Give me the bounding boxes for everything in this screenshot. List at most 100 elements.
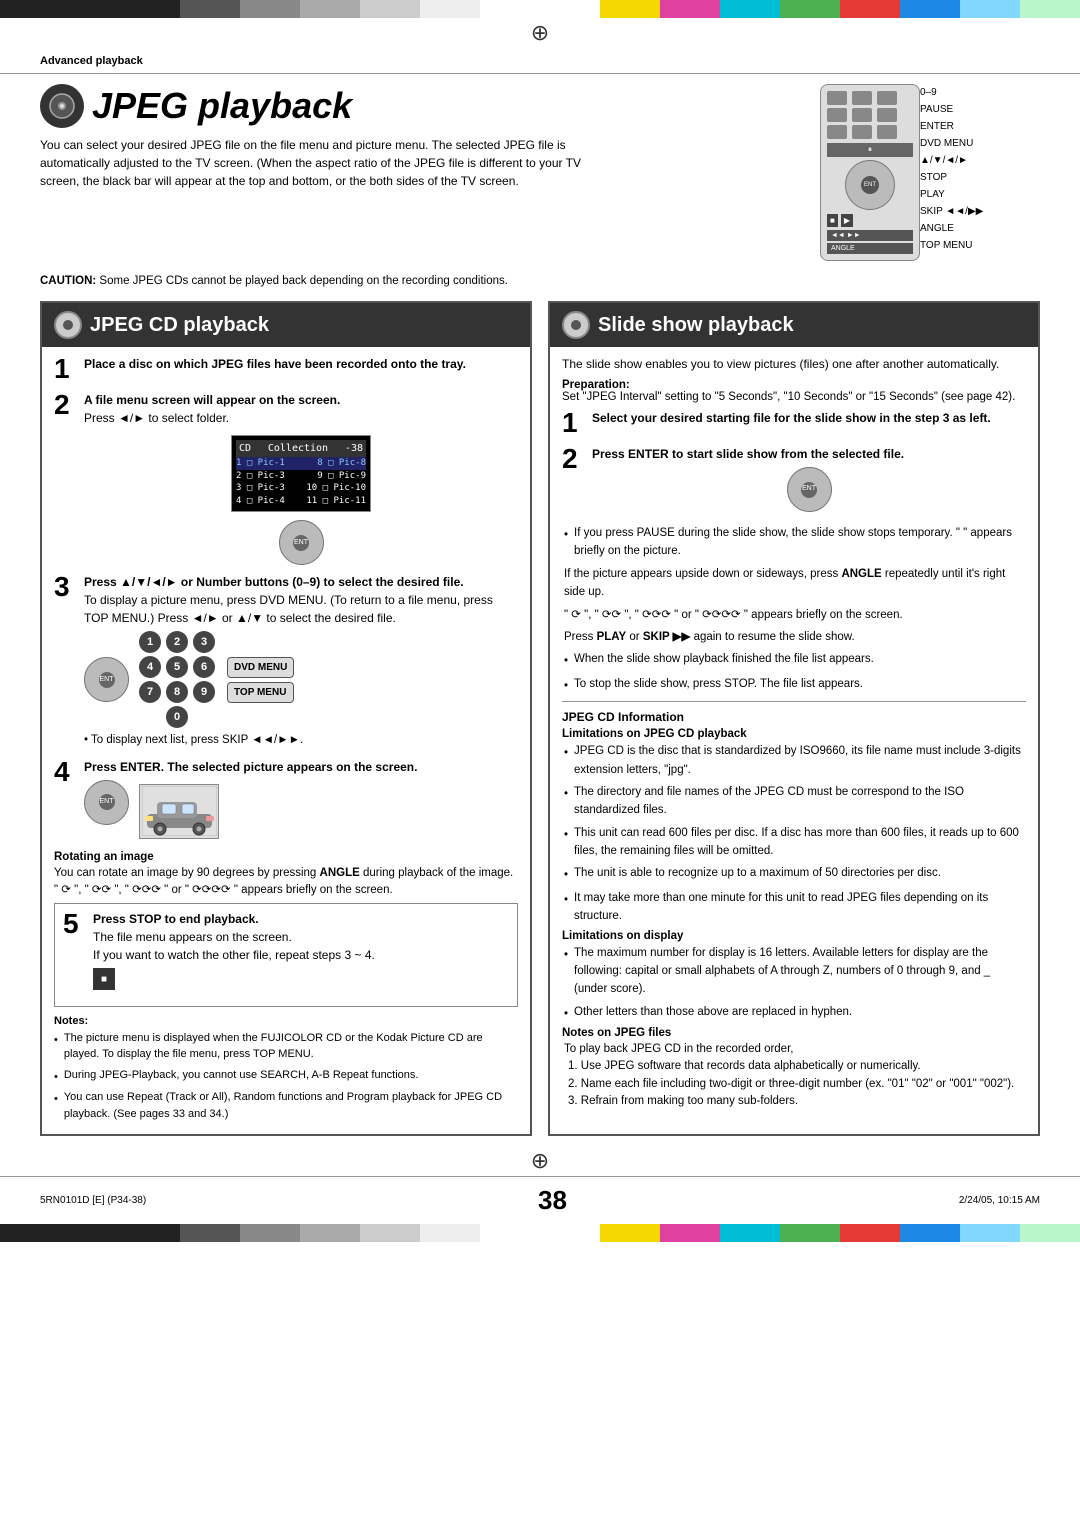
step-3-dpad: ENT bbox=[84, 657, 129, 702]
remote-labels: 0–9 PAUSE ENTER DVD MENU ▲/▼/◄/► STOP PL… bbox=[920, 84, 983, 254]
title-disc-icon bbox=[40, 84, 84, 128]
enter-center: ENT bbox=[861, 176, 879, 194]
step-5-text: The file menu appears on the screen. bbox=[93, 930, 292, 944]
step-1-number: 1 bbox=[54, 355, 76, 383]
page-title: JPEG playback bbox=[40, 84, 800, 128]
lim-play-3-text: This unit can read 600 files per disc. I… bbox=[574, 824, 1026, 861]
lim-play-3: • This unit can read 600 files per disc.… bbox=[564, 824, 1026, 861]
num-9: 9 bbox=[193, 681, 215, 703]
file-menu-counter: -38 bbox=[345, 441, 363, 456]
slideshow-title: Slide show playback bbox=[598, 314, 794, 337]
num-0: 0 bbox=[166, 706, 188, 728]
notes-section: Notes: • The picture menu is displayed w… bbox=[54, 1013, 518, 1122]
remote-buttons-grid bbox=[827, 91, 913, 139]
notes-jpeg-list: To play back JPEG CD in the recorded ord… bbox=[562, 1041, 1026, 1110]
caution-box: CAUTION: Some JPEG CDs cannot be played … bbox=[40, 275, 1040, 287]
step-3-bold: Press ▲/▼/◄/► or Number buttons (0–9) to… bbox=[84, 575, 464, 589]
bar-black bbox=[0, 0, 180, 18]
bar-blue bbox=[900, 0, 960, 18]
footer-left: 5RN0101D [E] (P34-38) bbox=[40, 1195, 146, 1206]
num-2: 2 bbox=[166, 631, 188, 653]
slide-resume: Press PLAY or SKIP ▶▶ again to resume th… bbox=[564, 628, 1026, 646]
remote-btn-9 bbox=[877, 125, 897, 139]
step-4-number: 4 bbox=[54, 758, 76, 786]
num-4: 4 bbox=[139, 656, 161, 678]
step-3-content: Press ▲/▼/◄/► or Number buttons (0–9) to… bbox=[84, 573, 518, 749]
step-3: 3 Press ▲/▼/◄/► or Number buttons (0–9) … bbox=[54, 573, 518, 749]
step-2-number: 2 bbox=[54, 391, 76, 419]
lim-play-2-text: The directory and file names of the JPEG… bbox=[574, 783, 1026, 820]
preparation-text: Set "JPEG Interval" setting to "5 Second… bbox=[562, 391, 1015, 403]
bottom-crosshair-icon: ⊕ bbox=[531, 1148, 549, 1174]
dpad-inner-enter: ENT bbox=[293, 535, 309, 551]
bar-lgreen bbox=[1020, 0, 1080, 18]
remote-btn-1 bbox=[827, 91, 847, 105]
step-5-number: 5 bbox=[63, 910, 85, 938]
remote-visual: ⏸ ENT ■ ▶ ◄◄ ►► ANGLE bbox=[820, 84, 910, 261]
file-menu-collection: Collection bbox=[268, 441, 328, 456]
cd-inner-right bbox=[571, 320, 581, 330]
lim-disp-1-text: The maximum number for display is 16 let… bbox=[574, 944, 1026, 999]
slideshow-intro: The slide show enables you to view pictu… bbox=[562, 355, 1026, 373]
step-3-extra: To display a picture menu, press DVD MEN… bbox=[84, 593, 493, 625]
num-8: 8 bbox=[166, 681, 188, 703]
slide-bullet-stop: • To stop the slide show, press STOP. Th… bbox=[564, 675, 1026, 695]
cd-icon-right bbox=[562, 311, 590, 339]
page-title-block: JPEG playback You can select your desire… bbox=[40, 84, 800, 190]
number-grid: 1 2 3 4 5 6 7 8 9 0 bbox=[139, 631, 217, 728]
angle-visual: ANGLE bbox=[827, 243, 913, 254]
remote-label-pause: PAUSE bbox=[920, 101, 983, 118]
file-menu-header: CD Collection -38 bbox=[236, 440, 366, 457]
bar-gray1 bbox=[180, 0, 240, 18]
intro-text: You can select your desired JPEG file on… bbox=[40, 136, 600, 190]
file-menu-row-4: 4 □ Pic-411 □ Pic-11 bbox=[236, 495, 366, 508]
header-section: Advanced playback bbox=[0, 48, 1080, 74]
note-1-text: The picture menu is displayed when the F… bbox=[64, 1030, 518, 1063]
num-5: 5 bbox=[166, 656, 188, 678]
note-jpeg-1: 1. Use JPEG software that records data a… bbox=[564, 1058, 1026, 1075]
slide-bullet-1-text: If you press PAUSE during the slide show… bbox=[574, 524, 1026, 561]
slideshow-step-1: 1 Select your desired starting file for … bbox=[562, 409, 1026, 437]
pause-button-visual: ⏸ bbox=[827, 143, 913, 157]
play-stop-row: ■ ▶ bbox=[827, 214, 913, 227]
step-1: 1 Place a disc on which JPEG files have … bbox=[54, 355, 518, 383]
cd-icon-left bbox=[54, 311, 82, 339]
num-6: 6 bbox=[193, 656, 215, 678]
remote-label-play: PLAY bbox=[920, 186, 983, 203]
remote-label-enter: ENTER bbox=[920, 118, 983, 135]
num-3: 3 bbox=[193, 631, 215, 653]
limitations-display-list: • The maximum number for display is 16 l… bbox=[562, 944, 1026, 1024]
lim-play-5: • It may take more than one minute for t… bbox=[564, 889, 1026, 926]
rotating-image-section: Rotating an image You can rotate an imag… bbox=[54, 851, 518, 900]
menu-buttons: DVD MENU TOP MENU bbox=[227, 657, 294, 703]
limitations-playback-list: • JPEG CD is the disc that is standardiz… bbox=[562, 742, 1026, 926]
note-3: • You can use Repeat (Track or All), Ran… bbox=[54, 1089, 518, 1122]
bar-gray3 bbox=[300, 0, 360, 18]
jpeg-cd-info-title: JPEG CD Information bbox=[562, 710, 1026, 724]
step-3-controls: ENT 1 2 3 4 5 6 7 bbox=[84, 631, 518, 728]
step-1-content: Place a disc on which JPEG files have be… bbox=[84, 355, 518, 373]
slide-bullet-1: • If you press PAUSE during the slide sh… bbox=[564, 524, 1026, 561]
remote-row: ⏸ ENT ■ ▶ ◄◄ ►► ANGLE bbox=[820, 84, 1040, 261]
slideshow-bullets: • If you press PAUSE during the slide sh… bbox=[562, 524, 1026, 695]
note-jpeg-3: 3. Refrain from making too many sub-fold… bbox=[564, 1093, 1026, 1110]
bottom-bar: 5RN0101D [E] (P34-38) 38 2/24/05, 10:15 … bbox=[0, 1176, 1080, 1224]
step-4: 4 Press ENTER. The selected picture appe… bbox=[54, 758, 518, 843]
lim-disp-2-text: Other letters than those above are repla… bbox=[574, 1003, 852, 1021]
limitations-playback-title: Limitations on JPEG CD playback bbox=[562, 728, 1026, 740]
remote-diagram: ⏸ ENT ■ ▶ ◄◄ ►► ANGLE bbox=[820, 84, 1040, 261]
step-3-number: 3 bbox=[54, 573, 76, 601]
slideshow-step-2-content: Press ENTER to start slide show from the… bbox=[592, 445, 1026, 516]
step-4-dpad: ENT bbox=[84, 780, 129, 843]
dpad-visual: ENT bbox=[845, 160, 895, 210]
remote-btn-2 bbox=[852, 91, 872, 105]
step-2: 2 A file menu screen will appear on the … bbox=[54, 391, 518, 565]
step-4-content: Press ENTER. The selected picture appear… bbox=[84, 758, 518, 843]
remote-label-arrows: ▲/▼/◄/► bbox=[920, 152, 983, 169]
jpeg-cd-body: 1 Place a disc on which JPEG files have … bbox=[42, 347, 530, 1134]
bottom-color-bar bbox=[0, 1224, 1080, 1242]
play-visual: ▶ bbox=[841, 214, 853, 227]
jpeg-cd-info: JPEG CD Information Limitations on JPEG … bbox=[562, 710, 1026, 1110]
num-7: 7 bbox=[139, 681, 161, 703]
bar-red bbox=[840, 0, 900, 18]
